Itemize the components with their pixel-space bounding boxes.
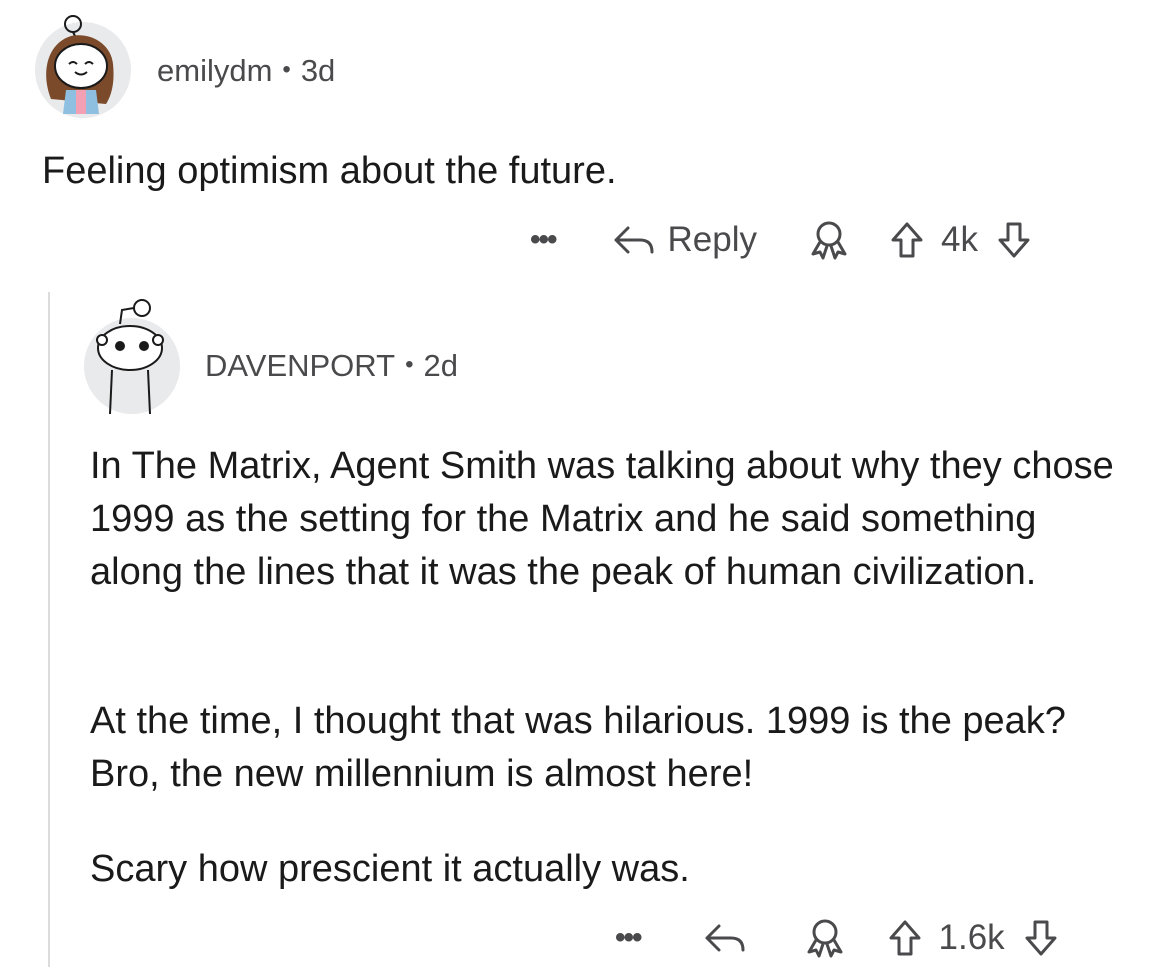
more-options-button[interactable]: ••• (615, 921, 642, 955)
award-button[interactable] (803, 916, 847, 960)
username[interactable]: DAVENPORT (205, 348, 395, 383)
comment-paragraph-1: In The Matrix, Agent Smith was talking a… (90, 445, 1114, 593)
comment-actions: ••• 1.6k (615, 916, 1059, 960)
downvote-arrow-icon (1025, 920, 1057, 956)
reply-arrow-icon (705, 924, 745, 952)
separator-dot: • (282, 56, 291, 83)
comment-header: DAVENPORT • 2d (205, 348, 458, 384)
comment-age: 3d (300, 53, 336, 88)
upvote-arrow-icon (889, 920, 921, 956)
upvote-button[interactable] (889, 220, 925, 260)
downvote-arrow-icon (998, 222, 1030, 258)
award-button[interactable] (807, 218, 851, 262)
vote-count: 4k (941, 220, 978, 259)
downvote-button[interactable] (1023, 918, 1059, 958)
snoo-default-icon (96, 299, 164, 415)
user-avatar-emilydm[interactable] (35, 15, 131, 118)
upvote-arrow-icon (891, 222, 923, 258)
vote-count: 1.6k (938, 918, 1005, 957)
comment-body: Feeling optimism about the future. (42, 150, 617, 192)
upvote-button[interactable] (887, 918, 923, 958)
reply-label: Reply (667, 220, 757, 259)
award-icon (807, 919, 843, 958)
snoo-girl-icon (46, 15, 114, 114)
comment-actions: ••• Reply 4k (530, 218, 1032, 262)
more-options-button[interactable]: ••• (530, 223, 557, 257)
comment-header: emilydm • 3d (157, 53, 335, 89)
username[interactable]: emilydm (157, 53, 272, 88)
comment-age: 2d (423, 348, 458, 383)
thread-line[interactable] (48, 292, 50, 967)
comment-paragraph-3: Scary how prescient it actually was. (90, 848, 690, 890)
reply-arrow-icon (614, 226, 654, 254)
reply-button[interactable] (701, 918, 749, 958)
user-avatar-davenport[interactable] (84, 299, 180, 415)
award-icon (811, 221, 847, 260)
downvote-button[interactable] (996, 220, 1032, 260)
comment-paragraph-2: At the time, I thought that was hilariou… (90, 700, 1066, 795)
separator-dot: • (405, 351, 414, 378)
reply-button[interactable]: Reply (610, 220, 757, 260)
